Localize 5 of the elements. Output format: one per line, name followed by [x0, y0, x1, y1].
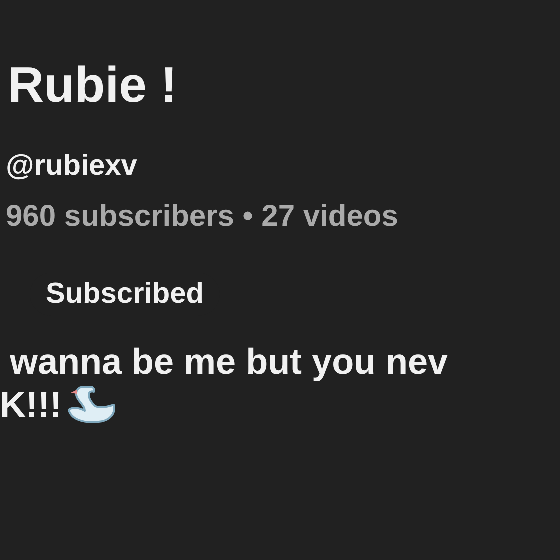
bio-text: K!!! [0, 382, 62, 426]
channel-stats: 960 subscribers • 27 videos [6, 198, 398, 235]
channel-name: Rubie ! [8, 58, 178, 113]
bio-text: wanna be me but you nev [10, 340, 448, 383]
channel-handle: @rubiexv [6, 149, 138, 184]
